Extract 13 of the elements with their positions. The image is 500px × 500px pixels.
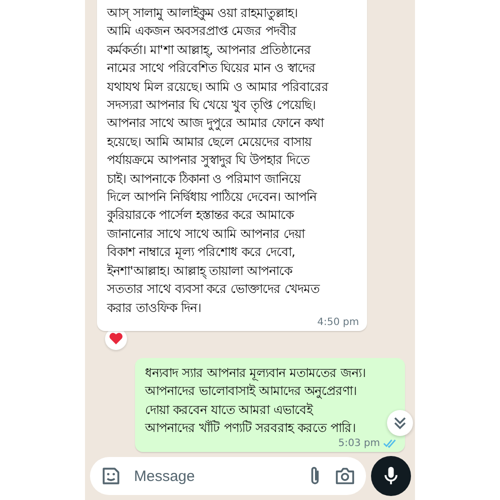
microphone-icon	[383, 465, 399, 487]
message-time: 5:03 pm	[338, 438, 380, 449]
heart-icon	[109, 332, 123, 346]
chevrons-down-icon	[394, 416, 406, 430]
camera-icon[interactable]	[334, 466, 356, 486]
message-input[interactable]: Message	[134, 468, 296, 484]
message-text: আস্ সালামু আলাইকুম ওয়া রাহমাতুল্লাহ। আমি একজন অবসরপ্রাপ্ত মেজর পদবীর কর্মকর্তা। মা'শা আল্লাহ্, আপনার প্রতিষ্ঠানের নামের সাথে পরিবেশিত ঘিয়ের মান ও স্বাদের যথাযথ মিল রয়েছে। আমি ও আমার পরিবারের সদস্যরা আপনার ঘি খেয়ে খুব তৃপ্তি পেয়েছি। আপনার সাথে আজ দুপুরে আমার ফোনে কথা হয়েছে। আমি আমার ছেলে মেয়েদের বাসায় পর্যায়ক্রমে আপনার সুস্বাদুর ঘি উপহার দিতে চাই। আপনাকে ঠিকানা ও পরিমাণ জানিয়ে দিলে আপনি নির্দ্বিধায় পাঠিয়ে দেবেন। আপনি কুরিয়ারকে পার্সেল হস্তান্তর করে আমাকে জানানোর সাথে সাথে আমি আপনার দেয়া বিকাশ নাম্বারে মূল্য পরিশোধ করে দেবো, ইনশা'আল্লাহ। আল্লাহ্ তায়ালা আপনাকে সততার সাথে ব্যবসা করে ভোক্তাদের খেদমত করার তাওফিক দিন।	[107, 4, 330, 316]
scroll-down-button[interactable]	[387, 410, 413, 436]
microphone-button[interactable]	[371, 456, 411, 496]
sticker-icon[interactable]	[100, 465, 122, 487]
message-text: ধন্যবাদ স্যার আপনার মূল্যবান মতামতের জন্য। আপনাদের ভালোবাসাই আমাদের অনুপ্রেরণা। দোয়া করবেন যাতে আমরা এভাবেই আপনাদের খাঁটি পণ্যটি সরবরাহ করতে পারি।	[145, 364, 367, 438]
message-time: 4:50 pm	[317, 316, 359, 328]
message-field[interactable]: Message	[90, 457, 366, 495]
